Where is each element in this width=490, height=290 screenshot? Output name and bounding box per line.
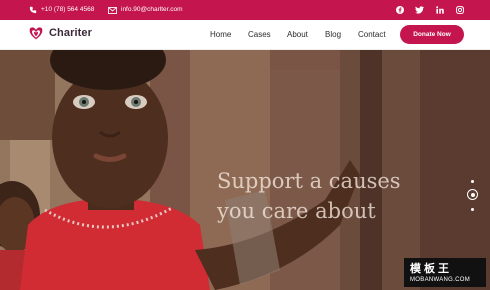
headline-line-2: you care about (217, 199, 376, 223)
headline-line-1: Support a causes (217, 169, 401, 193)
brand-name: Chariter (49, 27, 92, 39)
slide-dot-2-active[interactable] (467, 189, 478, 200)
linkedin-icon[interactable] (435, 5, 444, 14)
nav-blog[interactable]: Blog (325, 29, 341, 41)
donate-now-button[interactable]: Donate Now (400, 25, 464, 44)
phone-number: +10 (78) 564 4568 (41, 6, 95, 13)
nav-about[interactable]: About (287, 29, 308, 41)
twitter-icon[interactable] (415, 5, 424, 14)
email-address: info.90@charlter.com (121, 6, 183, 13)
phone-icon (28, 6, 37, 15)
watermark-title: 模板王 (410, 263, 452, 275)
site-watermark: 模板王 MOBANWANG.COM (404, 258, 486, 287)
top-bar: +10 (78) 564 4568 info.90@charlter.com (0, 0, 490, 20)
social-links (395, 5, 464, 14)
main-header: Chariter Home Cases About Blog Contact D… (0, 20, 490, 50)
brand-logo[interactable]: Chariter (28, 25, 92, 41)
phone-contact[interactable]: +10 (78) 564 4568 (28, 5, 94, 15)
slide-dot-1[interactable] (471, 180, 474, 183)
nav-cases[interactable]: Cases (248, 29, 271, 41)
watermark-url: MOBANWANG.COM (410, 277, 471, 283)
mail-icon (108, 6, 117, 15)
slide-dot-3[interactable] (471, 208, 474, 211)
email-contact[interactable]: info.90@charlter.com (108, 5, 183, 15)
nav-contact[interactable]: Contact (358, 29, 386, 41)
nav-home[interactable]: Home (210, 29, 231, 41)
hero-banner: Support a causes you care about (0, 50, 490, 290)
hero-headline: Support a causes you care about (217, 166, 401, 226)
facebook-icon[interactable] (395, 5, 404, 14)
heart-hands-icon (29, 27, 43, 40)
instagram-icon[interactable] (455, 5, 464, 14)
